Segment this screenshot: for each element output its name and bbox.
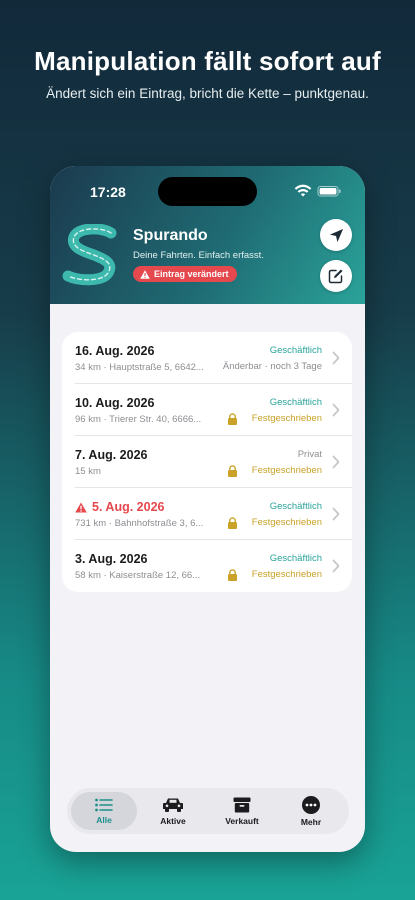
trip-date: 5. Aug. 2026 — [75, 500, 165, 514]
trip-details: 731 km · Bahnhofstraße 3, 6... — [75, 518, 204, 529]
lock-icon — [228, 517, 237, 529]
trip-status: Festgeschrieben — [251, 465, 322, 476]
chevron-right-icon — [332, 507, 340, 521]
spurando-logo — [62, 224, 117, 286]
edit-icon — [328, 269, 343, 284]
archive-box-icon — [233, 797, 251, 812]
trip-details: 96 km · Trierer Str. 40, 6666... — [75, 414, 202, 425]
lock-icon — [228, 465, 237, 477]
chevron-right-icon — [332, 351, 340, 365]
trip-category: Geschäftlich — [269, 553, 322, 564]
trip-list: 16. Aug. 2026 34 km · Hauptstraße 5, 664… — [62, 332, 352, 592]
dynamic-island — [158, 177, 257, 206]
battery-icon — [317, 186, 341, 197]
tab-mehr[interactable]: Mehr — [278, 792, 344, 830]
trip-category: Geschäftlich — [269, 345, 322, 356]
trip-status: Festgeschrieben — [251, 413, 322, 424]
trip-row[interactable]: 5. Aug. 2026 731 km · Bahnhofstraße 3, 6… — [62, 488, 352, 540]
trip-details: 58 km · Kaiserstraße 12, 66... — [75, 570, 201, 581]
list-icon — [95, 798, 113, 811]
trip-date: 10. Aug. 2026 — [75, 396, 155, 410]
tab-label: Verkauft — [225, 815, 259, 826]
chevron-right-icon — [332, 403, 340, 417]
promo-subline: Ändert sich ein Eintrag, bricht die Kett… — [46, 86, 369, 101]
more-icon — [302, 795, 320, 814]
trip-status: Festgeschrieben — [251, 569, 322, 580]
tab-alle[interactable]: Alle — [71, 792, 137, 830]
promo-headline: Manipulation fällt sofort auf — [34, 46, 381, 76]
trip-row[interactable]: 3. Aug. 2026 58 km · Kaiserstraße 12, 66… — [62, 540, 352, 592]
wifi-icon — [294, 184, 312, 197]
trip-category: Geschäftlich — [269, 397, 322, 408]
app-tagline: Deine Fahrten. Einfach erfasst. — [133, 250, 264, 261]
chevron-right-icon — [332, 559, 340, 573]
trip-category: Privat — [297, 449, 322, 460]
tab-bar: Alle Aktive Verkauft Mehr — [67, 788, 349, 834]
tab-aktive[interactable]: Aktive — [140, 792, 206, 830]
lock-icon — [228, 569, 237, 581]
location-arrow-icon — [329, 228, 343, 242]
trip-details: 15 km — [75, 466, 101, 477]
trip-details: 34 km · Hauptstraße 5, 6642... — [75, 362, 204, 373]
trip-date: 16. Aug. 2026 — [75, 344, 155, 358]
lock-icon — [228, 413, 237, 425]
trip-row[interactable]: 16. Aug. 2026 34 km · Hauptstraße 5, 664… — [62, 332, 352, 384]
tab-verkauft[interactable]: Verkauft — [209, 792, 275, 830]
edit-button[interactable] — [320, 260, 352, 292]
trip-date: 3. Aug. 2026 — [75, 552, 148, 566]
trip-status: Festgeschrieben — [251, 517, 322, 528]
app-header: 17:28 Spurando Deine Fahrten. Einfach er… — [50, 166, 365, 304]
trip-status: Änderbar · noch 3 Tage — [222, 361, 322, 372]
car-icon — [163, 798, 183, 812]
navigate-button[interactable] — [320, 219, 352, 251]
warning-icon — [75, 501, 87, 513]
trip-row[interactable]: 10. Aug. 2026 96 km · Trierer Str. 40, 6… — [62, 384, 352, 436]
status-time: 17:28 — [90, 184, 126, 200]
trip-date: 7. Aug. 2026 — [75, 448, 148, 462]
alert-badge-label: Eintrag verändert — [154, 269, 229, 279]
trip-row[interactable]: 7. Aug. 2026 15 km Privat Festgeschriebe… — [62, 436, 352, 488]
app-name: Spurando — [133, 227, 208, 244]
warning-icon — [140, 269, 150, 279]
phone-screen: 17:28 Spurando Deine Fahrten. Einfach er… — [50, 166, 365, 852]
trip-category: Geschäftlich — [269, 501, 322, 512]
alert-badge: Eintrag verändert — [133, 266, 237, 282]
chevron-right-icon — [332, 455, 340, 469]
tab-label: Mehr — [300, 816, 322, 827]
status-icons — [294, 184, 341, 197]
tab-label: Alle — [96, 814, 112, 825]
tab-label: Aktive — [160, 815, 186, 826]
